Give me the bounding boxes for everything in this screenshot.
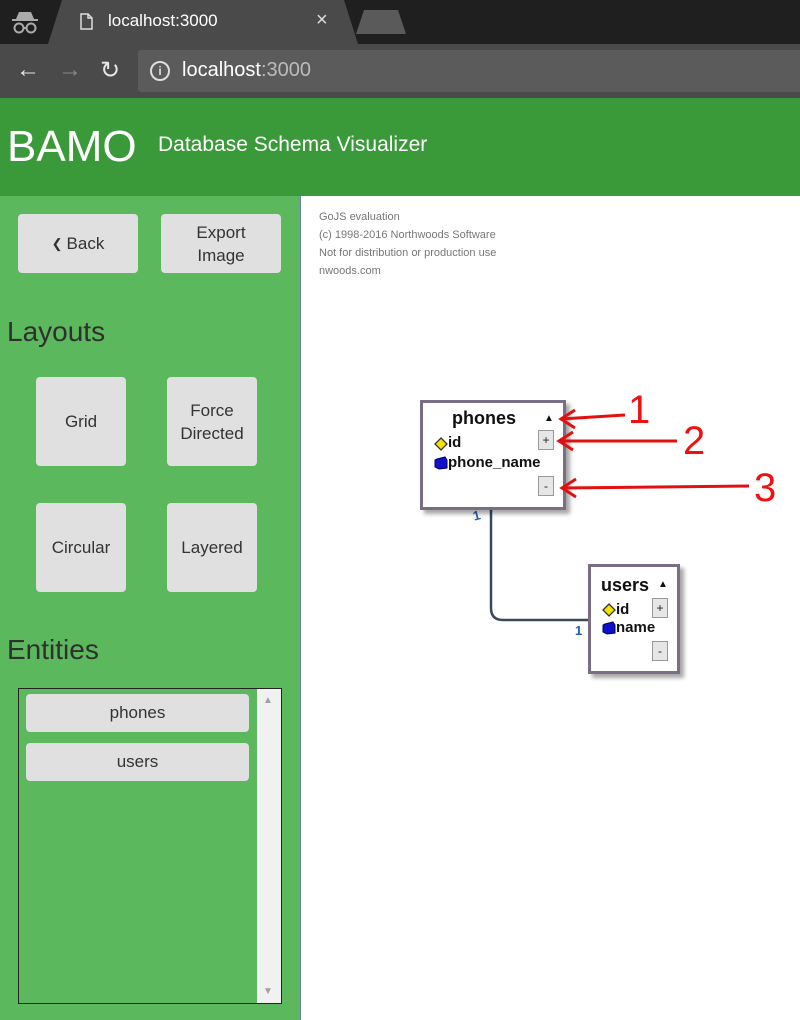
incognito-icon bbox=[12, 12, 38, 34]
new-tab-button[interactable] bbox=[356, 10, 406, 34]
scroll-up-icon[interactable]: ▲ bbox=[263, 695, 273, 706]
tab-title: localhost:3000 bbox=[108, 11, 218, 30]
url-text: localhost:3000 bbox=[182, 59, 311, 81]
brand-logo: BAMO bbox=[7, 122, 137, 171]
diagram-canvas[interactable]: GoJS evaluation (c) 1998-2016 Northwoods… bbox=[300, 196, 800, 1020]
chevron-left-icon: ❮ bbox=[51, 236, 63, 251]
annotation-label-1: 1 bbox=[628, 388, 651, 432]
address-bar: ← → ↻ i localhost:3000 bbox=[0, 44, 800, 98]
entity-item-phones[interactable]: phones bbox=[26, 694, 249, 732]
scrollbar[interactable]: ▲ ▼ bbox=[257, 689, 281, 1003]
layout-force-directed-button[interactable]: Force Directed bbox=[167, 377, 257, 466]
browser-tab[interactable]: localhost:3000 × bbox=[48, 0, 358, 44]
layout-layered-button[interactable]: Layered bbox=[167, 503, 257, 592]
back-button[interactable]: ❮ Back bbox=[18, 214, 138, 273]
scroll-down-icon[interactable]: ▼ bbox=[263, 986, 273, 997]
tab-close-icon[interactable]: × bbox=[316, 9, 328, 32]
forward-arrow-icon[interactable]: → bbox=[58, 56, 82, 84]
annotation-label-3: 3 bbox=[754, 466, 777, 510]
app-header: BAMO Database Schema Visualizer bbox=[0, 98, 800, 196]
annotation-label-2: 2 bbox=[683, 419, 706, 463]
entity-item-users[interactable]: users bbox=[26, 743, 249, 781]
layout-grid-button[interactable]: Grid bbox=[36, 377, 126, 466]
page-icon bbox=[80, 13, 93, 30]
info-icon[interactable]: i bbox=[150, 61, 170, 81]
export-image-button[interactable]: Export Image bbox=[161, 214, 281, 273]
entities-list: phones users ▲ ▼ bbox=[18, 688, 282, 1004]
sidebar: ❮ Back Export Image Layouts Grid Force D… bbox=[0, 196, 300, 1020]
layout-circular-button[interactable]: Circular bbox=[36, 503, 126, 592]
entities-heading: Entities bbox=[7, 634, 99, 665]
layouts-heading: Layouts bbox=[7, 316, 106, 347]
browser-tab-bar: localhost:3000 × bbox=[0, 0, 800, 44]
app-subtitle: Database Schema Visualizer bbox=[158, 133, 428, 156]
back-arrow-icon[interactable]: ← bbox=[16, 56, 40, 84]
reload-icon[interactable]: ↻ bbox=[100, 56, 120, 85]
annotation-arrows bbox=[556, 408, 750, 499]
url-input[interactable]: i localhost:3000 bbox=[138, 50, 800, 92]
